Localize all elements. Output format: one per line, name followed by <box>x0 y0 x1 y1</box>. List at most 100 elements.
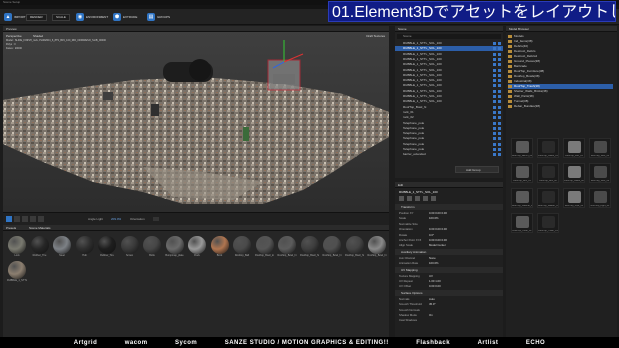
scene-layer-row[interactable]: RUBBLE_1_STTL_SOL_100 <box>395 78 503 83</box>
property-row[interactable]: Orientation 0.00 0.00 0.00 <box>399 227 499 232</box>
scene-layer-row[interactable]: RUBBLE_1_STTL_SOL_100 <box>395 83 503 88</box>
scene-layer-row[interactable]: rock_02 <box>395 115 503 120</box>
material-preset[interactable]: Rooftop_Bowl_hi <box>300 236 320 258</box>
section-aux[interactable]: Auxiliary Animation <box>395 248 503 255</box>
angle-light-value[interactable]: 209.0% <box>111 217 121 221</box>
property-value[interactable]: 0.00 0.00 0.00 <box>429 227 447 232</box>
material-preset[interactable]: Lock <box>7 236 27 258</box>
property-value[interactable]: None <box>429 256 436 261</box>
property-value[interactable]: 45.0° <box>429 302 436 307</box>
property-row[interactable]: Shadow Mode On <box>399 313 499 318</box>
property-value[interactable]: UV <box>429 274 433 279</box>
visibility-toggle-icon[interactable] <box>498 137 501 141</box>
import-button[interactable]: ▲ IMPORT <box>4 13 26 21</box>
model-folder-item[interactable]: Rebar_Bundles(38) <box>508 104 613 109</box>
lock-toggle-icon[interactable] <box>493 148 496 151</box>
render-mode-select[interactable]: RENDER <box>26 13 47 21</box>
visibility-toggle-icon[interactable] <box>498 110 501 114</box>
section-uv[interactable]: UV Mapping <box>395 266 503 273</box>
visibility-toggle-icon[interactable] <box>498 132 501 136</box>
material-icon[interactable] <box>415 196 420 201</box>
visibility-toggle-icon[interactable] <box>498 84 501 88</box>
visibility-toggle-icon[interactable] <box>498 68 501 72</box>
lock-toggle-icon[interactable] <box>493 63 496 67</box>
property-row[interactable]: UV Repeat 1.00 1.00 <box>399 279 499 284</box>
model-thumbnail[interactable]: RoofTop_Cabinet_01 <box>511 188 533 208</box>
material-preset[interactable]: Rock <box>187 236 207 258</box>
lock-toggle-icon[interactable] <box>493 79 496 83</box>
property-row[interactable]: Aux Channel None <box>399 256 499 261</box>
visibility-toggle-icon[interactable] <box>498 89 501 93</box>
scene-layer-row[interactable]: RUBBLE_1_STTL_SOL_100 <box>395 57 503 62</box>
lock-toggle-icon[interactable] <box>493 126 496 130</box>
material-preset[interactable]: Steel <box>52 236 72 258</box>
property-value[interactable]: 1.00 1.00 <box>429 279 441 284</box>
lock-toggle-icon[interactable] <box>493 110 496 114</box>
property-value[interactable]: 0.00 0.00 0.00 <box>429 211 447 216</box>
tab-presets[interactable]: Presets <box>6 226 16 230</box>
rotate-tool-icon[interactable] <box>22 216 28 222</box>
scale-select[interactable]: SCALE <box>52 13 70 21</box>
model-thumbnail[interactable]: RoofTop_Box_02 <box>537 163 559 183</box>
scene-layer-row[interactable]: Telephone_pole <box>395 136 503 141</box>
property-row[interactable]: Normalize Size <box>399 222 499 227</box>
property-row[interactable]: Normals Auto <box>399 297 499 302</box>
lock-toggle-icon[interactable] <box>493 73 496 77</box>
lock-toggle-icon[interactable] <box>493 100 496 104</box>
visibility-toggle-icon[interactable] <box>498 126 501 130</box>
lock-toggle-icon[interactable] <box>493 132 496 136</box>
visibility-toggle-icon[interactable] <box>498 148 501 151</box>
property-row[interactable]: Anchor Point XYZ 0.00 0.00 0.00 <box>399 238 499 243</box>
scene-layer-row[interactable]: RUBBLE_1_STTL_SOL_100 <box>395 46 503 52</box>
move-tool-icon[interactable] <box>14 216 20 222</box>
visibility-toggle-icon[interactable] <box>498 57 501 61</box>
model-thumbnail[interactable]: RoofTop_Fan_01 <box>563 138 585 158</box>
lock-toggle-icon[interactable] <box>493 137 496 141</box>
group-icon[interactable] <box>423 196 428 201</box>
align-icon[interactable] <box>407 196 412 201</box>
property-row[interactable]: Rotate 0.0° <box>399 233 499 238</box>
visibility-toggle-icon[interactable] <box>498 105 501 109</box>
groups-button[interactable]: ▤ GROUPS <box>147 13 170 21</box>
property-row[interactable]: Animation Rate 100.0% <box>399 261 499 266</box>
visibility-toggle-icon[interactable] <box>498 79 501 83</box>
draft-textures-checkbox[interactable]: Draft Textures <box>366 34 385 38</box>
property-value[interactable]: Model Center <box>429 243 446 248</box>
camera-tool-icon[interactable] <box>38 216 44 222</box>
material-preset[interactable]: Rooftop_Bowl_hi <box>345 236 365 258</box>
material-preset[interactable]: Bolts <box>142 236 162 258</box>
visibility-toggle-icon[interactable] <box>498 95 501 98</box>
orientation-select[interactable] <box>153 217 159 221</box>
lock-toggle-icon[interactable] <box>493 116 496 120</box>
property-row[interactable]: Scale 100.0% <box>399 216 499 221</box>
scene-layer-row[interactable]: RoofTop_Bowl_hi <box>395 105 503 110</box>
model-thumbnail[interactable]: RoofTop_Vent_02 <box>589 163 611 183</box>
scene-layer-row[interactable]: barrier_extended <box>395 152 503 157</box>
tab-scene-materials[interactable]: Scene Materials <box>29 226 51 230</box>
visibility-toggle-icon[interactable] <box>498 153 501 157</box>
model-thumbnail[interactable]: RoofTop_Chair_01 <box>511 213 533 233</box>
scene-layer-row[interactable]: RUBBLE_1_STTL_SOL_100 <box>395 89 503 94</box>
property-row[interactable]: Smooth Threshold 45.0° <box>399 302 499 307</box>
visibility-toggle-icon[interactable] <box>498 100 501 104</box>
property-value[interactable]: 0.0° <box>429 233 434 238</box>
model-thumbnail[interactable]: RoofTop_Pipe_01 <box>563 188 585 208</box>
material-preset[interactable]: Rooftop_Bowl_hi <box>322 236 342 258</box>
model-thumbnail[interactable]: RoofTop_Ladder_01 <box>537 188 559 208</box>
property-row[interactable]: Cast Shadows <box>399 318 499 323</box>
material-preset[interactable]: Bumpmap_plate <box>165 236 185 258</box>
visibility-toggle-icon[interactable] <box>498 116 501 120</box>
model-thumbnail[interactable]: RoofTop_Box_01 <box>511 163 533 183</box>
scene-layer-row[interactable]: RUBBLE_1_STTL_SOL_100 <box>395 99 503 104</box>
scene-layer-row[interactable]: Telephone_pole <box>395 147 503 152</box>
model-thumbnail[interactable]: RoofTop_Vent_01 <box>589 138 611 158</box>
scene-layer-row[interactable]: Telephone_pole <box>395 142 503 147</box>
scene-layer-row[interactable]: RUBBLE_1_STTL_SOL_100 <box>395 94 503 99</box>
lock-toggle-icon[interactable] <box>493 95 496 98</box>
perspective-select[interactable]: Perspective <box>6 34 22 38</box>
visibility-toggle-icon[interactable] <box>498 63 501 67</box>
material-preset[interactable]: Rooftop_Bowl_lo <box>255 236 275 258</box>
property-value[interactable]: 0.00 0.00 <box>429 284 441 289</box>
lock-toggle-icon[interactable] <box>493 57 496 61</box>
property-value[interactable]: On <box>429 313 433 318</box>
